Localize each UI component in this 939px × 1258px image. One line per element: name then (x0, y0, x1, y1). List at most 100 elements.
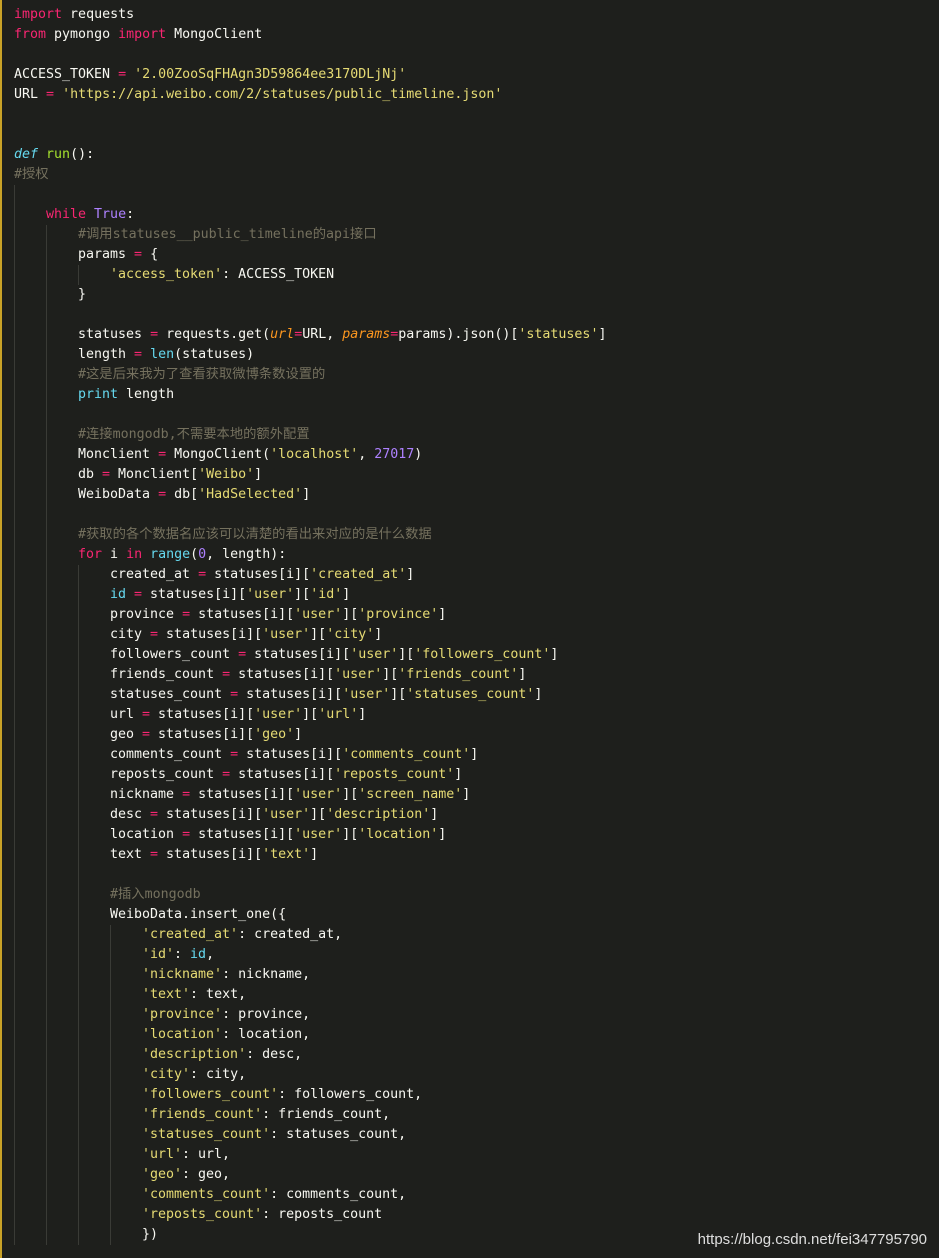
code-token: : (126, 207, 135, 222)
code-line: followers_count = statuses[i]['user']['f… (2, 645, 939, 665)
indent-guide (14, 505, 15, 525)
code-line-content: 'location': location, (142, 1027, 310, 1042)
code-token: 'location' (142, 1027, 223, 1042)
indent-guide (46, 1125, 47, 1145)
indent-guide (14, 685, 15, 705)
indent-guide (14, 525, 15, 545)
code-token: statuses[i][ (206, 567, 311, 582)
code-token: def (14, 147, 39, 162)
code-token: ] (454, 767, 463, 782)
code-token: i (102, 547, 127, 562)
code-line: url = statuses[i]['user']['url'] (2, 705, 939, 725)
code-line-content: URL = 'https://api.weibo.com/2/statuses/… (14, 87, 502, 102)
code-token: ] (462, 787, 471, 802)
code-token: = (222, 767, 231, 782)
indent-guide (46, 425, 47, 445)
indent-guide (46, 685, 47, 705)
code-token: 'geo' (142, 1167, 183, 1182)
indent-guide (78, 785, 79, 805)
indent-guide (110, 1105, 111, 1125)
code-line-content: 'friends_count': friends_count, (142, 1107, 390, 1122)
code-token: = (118, 67, 127, 82)
indent-guide (78, 925, 79, 945)
code-editor[interactable]: import requests from pymongo import Mongo… (0, 0, 939, 1258)
code-token: { (142, 247, 159, 262)
code-token: 'url' (142, 1147, 183, 1162)
code-line-content: }) (142, 1227, 158, 1242)
code-token: statuses[i][ (230, 667, 335, 682)
code-token: URL (14, 87, 47, 102)
indent-guide (46, 325, 47, 345)
code-line-content: created_at = statuses[i]['created_at'] (110, 567, 414, 582)
code-line: URL = 'https://api.weibo.com/2/statuses/… (2, 85, 939, 105)
indent-guide (110, 1045, 111, 1065)
indent-guide (14, 945, 15, 965)
indent-guide (14, 765, 15, 785)
code-line-content: for i in range(0, length): (78, 547, 286, 562)
code-line: desc = statuses[i]['user']['description'… (2, 805, 939, 825)
code-token: geo (110, 727, 143, 742)
code-line-content: province = statuses[i]['user']['province… (110, 607, 446, 622)
indent-guide (46, 985, 47, 1005)
code-line (2, 405, 939, 425)
code-token: : geo, (182, 1167, 231, 1182)
code-token: = (182, 607, 191, 622)
code-line-content: id = statuses[i]['user']['id'] (110, 587, 350, 602)
indent-guide (14, 405, 15, 425)
code-token: ][ (310, 627, 327, 642)
indent-guide (46, 625, 47, 645)
indent-guide (46, 1205, 47, 1225)
code-token: : text, (190, 987, 247, 1002)
code-token: import (14, 7, 63, 22)
code-token: length (78, 347, 135, 362)
indent-guide (46, 745, 47, 765)
code-line-content: while True: (46, 207, 134, 222)
code-token: 'created_at' (142, 927, 239, 942)
code-line: ACCESS_TOKEN = '2.00ZooSqFHAgn3D59864ee3… (2, 65, 939, 85)
code-line: statuses_count = statuses[i]['user']['st… (2, 685, 939, 705)
code-line: 'comments_count': comments_count, (2, 1185, 939, 1205)
code-line (2, 185, 939, 205)
indent-guide (46, 385, 47, 405)
code-token: 'friends_count' (142, 1107, 263, 1122)
code-token: 'text' (142, 987, 191, 1002)
code-token: text (110, 847, 151, 862)
code-token: city (110, 627, 151, 642)
code-token: id (190, 947, 207, 962)
indent-guide (46, 585, 47, 605)
code-line: 'access_token': ACCESS_TOKEN (2, 265, 939, 285)
code-token: #调用statuses__public_timeline的api接口 (78, 227, 377, 242)
code-line-content: 'comments_count': comments_count, (142, 1187, 406, 1202)
code-line: text = statuses[i]['text'] (2, 845, 939, 865)
indent-guide (14, 485, 15, 505)
indent-guide (46, 725, 47, 745)
indent-guide (14, 1005, 15, 1025)
code-line: Monclient = MongoClient('localhost', 270… (2, 445, 939, 465)
code-token: statuses[i][ (158, 807, 263, 822)
code-token: 'user' (246, 587, 295, 602)
code-line: comments_count = statuses[i]['comments_c… (2, 745, 939, 765)
code-token: MongoClient( (166, 447, 271, 462)
code-line: #获取的各个数据名应该可以清楚的看出来对应的是什么数据 (2, 525, 939, 545)
code-token: = (182, 827, 191, 842)
code-token: import (118, 27, 167, 42)
indent-guide (46, 1085, 47, 1105)
code-line: WeiboData = db['HadSelected'] (2, 485, 939, 505)
code-token: = (142, 707, 151, 722)
code-token: url (270, 327, 295, 342)
indent-guide (46, 405, 47, 425)
code-line: geo = statuses[i]['geo'] (2, 725, 939, 745)
code-token: ][ (382, 667, 399, 682)
indent-guide (46, 565, 47, 585)
code-token: 'comments_count' (142, 1187, 271, 1202)
code-token: 'reposts_count' (142, 1207, 263, 1222)
indent-guide (78, 585, 79, 605)
code-token: 'followers_count' (414, 647, 551, 662)
code-token: requests (62, 7, 135, 22)
indent-guide (110, 1085, 111, 1105)
code-line-content: 'description': desc, (142, 1047, 302, 1062)
code-token: : province, (222, 1007, 311, 1022)
code-token: ] (342, 587, 351, 602)
